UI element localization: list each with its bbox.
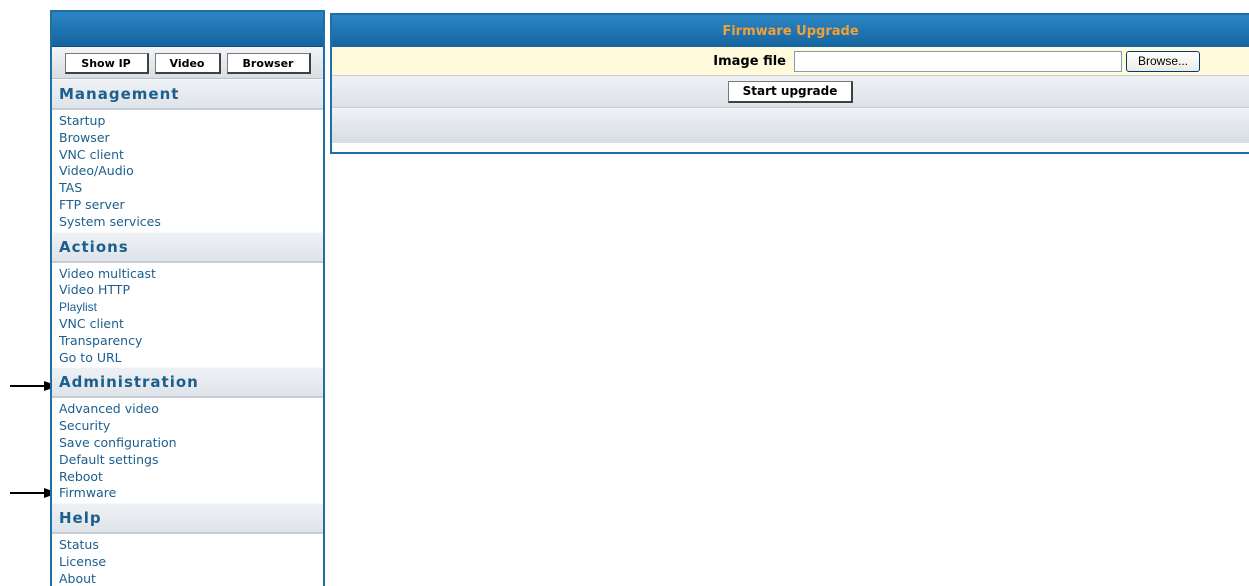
image-file-input[interactable] xyxy=(794,50,1122,72)
sidebar-item-browser[interactable]: Browser xyxy=(59,130,323,147)
start-upgrade-button[interactable]: Start upgrade xyxy=(727,80,854,103)
image-file-row: Image file Browse... xyxy=(332,47,1249,76)
toolbar: Show IP Video Browser xyxy=(52,47,323,79)
sidebar-item-transparency[interactable]: Transparency xyxy=(59,333,323,350)
sidebar-item-system-services[interactable]: System services xyxy=(59,214,323,231)
sidebar-item-license[interactable]: License xyxy=(59,554,323,571)
sidebar-item-ftp-server[interactable]: FTP server xyxy=(59,197,323,214)
show-ip-button[interactable]: Show IP xyxy=(64,53,149,74)
sidebar-item-reboot[interactable]: Reboot xyxy=(59,469,323,486)
sidebar-item-tas[interactable]: TAS xyxy=(59,180,323,197)
video-button[interactable]: Video xyxy=(154,53,221,74)
sidebar-item-default-settings[interactable]: Default settings xyxy=(59,452,323,469)
sidebar: Show IP Video Browser Management Startup… xyxy=(50,10,325,586)
section-heading-actions: Actions xyxy=(52,231,323,263)
browse-button[interactable]: Browse... xyxy=(1126,50,1200,72)
menu-help: Status License About xyxy=(52,534,323,586)
sidebar-item-firmware[interactable]: Firmware xyxy=(59,485,323,502)
firmware-upgrade-panel: Firmware Upgrade Image file Browse... St… xyxy=(330,13,1249,154)
image-file-label: Image file xyxy=(713,53,786,69)
section-heading-administration: Administration xyxy=(52,367,323,399)
page-title: Firmware Upgrade xyxy=(332,15,1249,47)
menu-actions: Video multicast Video HTTP Playlist VNC … xyxy=(52,263,323,368)
section-heading-help: Help xyxy=(52,503,323,535)
sidebar-item-video-http[interactable]: Video HTTP xyxy=(59,282,323,299)
sidebar-item-about[interactable]: About xyxy=(59,571,323,586)
sidebar-item-security[interactable]: Security xyxy=(59,418,323,435)
sidebar-item-vnc-client[interactable]: VNC client xyxy=(59,147,323,164)
sidebar-item-video-audio[interactable]: Video/Audio xyxy=(59,163,323,180)
section-heading-management: Management xyxy=(52,79,323,110)
sidebar-item-save-configuration[interactable]: Save configuration xyxy=(59,435,323,452)
sidebar-header-bar xyxy=(52,12,323,47)
sidebar-item-vnc-client-action[interactable]: VNC client xyxy=(59,316,323,333)
sidebar-item-startup[interactable]: Startup xyxy=(59,113,323,130)
browser-button[interactable]: Browser xyxy=(226,53,311,74)
sidebar-item-playlist[interactable]: Playlist xyxy=(59,299,323,316)
menu-management: Startup Browser VNC client Video/Audio T… xyxy=(52,110,323,232)
sidebar-item-advanced-video[interactable]: Advanced video xyxy=(59,401,323,418)
sidebar-item-video-multicast[interactable]: Video multicast xyxy=(59,266,323,283)
panel-footer xyxy=(332,108,1249,143)
sidebar-item-status[interactable]: Status xyxy=(59,537,323,554)
sidebar-item-go-to-url[interactable]: Go to URL xyxy=(59,350,323,367)
menu-administration: Advanced video Security Save configurati… xyxy=(52,398,323,503)
upgrade-row: Start upgrade xyxy=(332,76,1249,108)
